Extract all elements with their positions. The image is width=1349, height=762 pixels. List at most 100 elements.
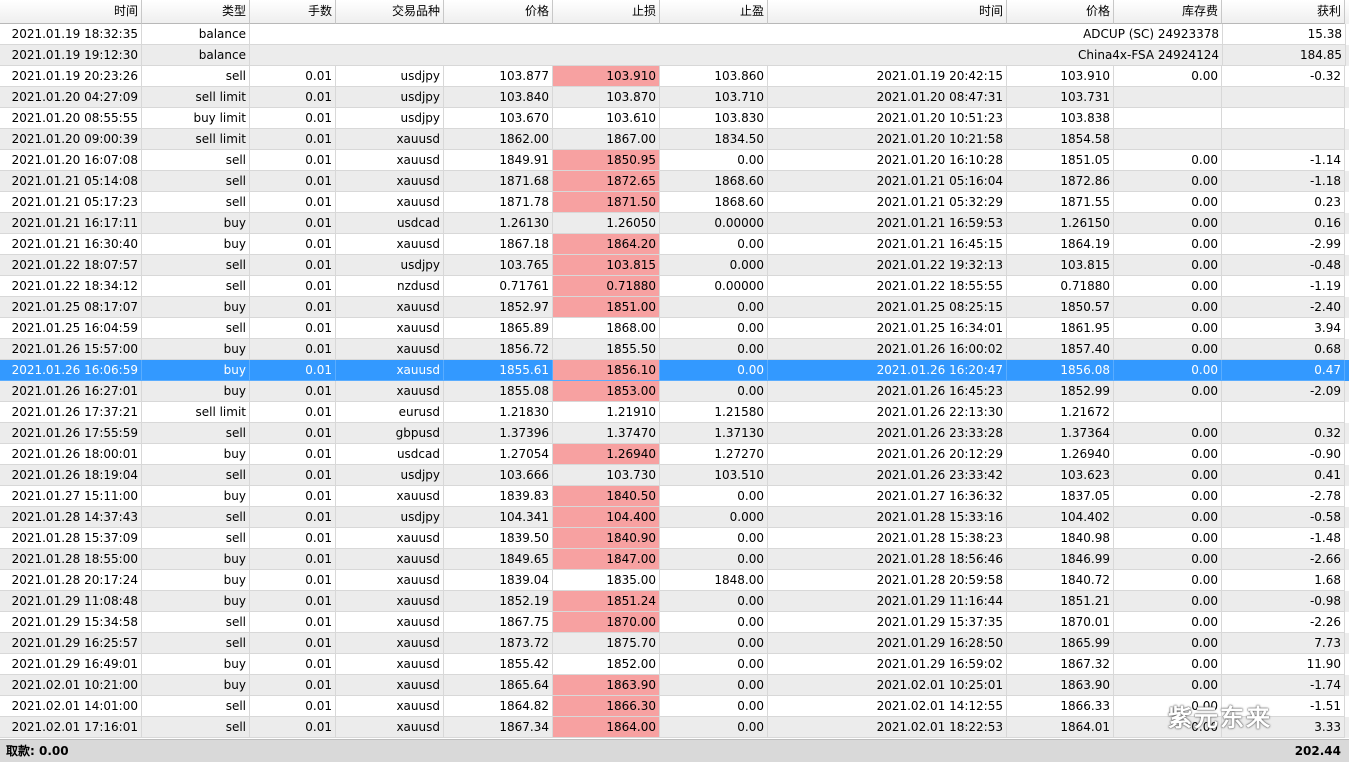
table-row[interactable]: 2021.01.21 16:17:11 buy 0.01 usdcad 1.26130 1… — [0, 213, 1349, 234]
table-row[interactable]: 2021.01.28 15:37:09 sell 0.01 xauusd 1839.50… — [0, 528, 1349, 549]
trade-type: buy — [142, 381, 250, 402]
table-row[interactable]: 2021.01.22 18:07:57 sell 0.01 usdjpy 103.765… — [0, 255, 1349, 276]
table-row[interactable]: 2021.01.22 18:34:12 sell 0.01 nzdusd 0.71761… — [0, 276, 1349, 297]
trade-close-time: 2021.02.01 18:22:53 — [768, 717, 1007, 738]
col-header-stop-loss[interactable]: 止损 — [553, 0, 660, 24]
trade-take-profit: 0.00 — [660, 591, 768, 612]
trade-symbol: eurusd — [336, 402, 444, 423]
trade-symbol: xauusd — [336, 129, 444, 150]
trade-lots: 0.01 — [250, 612, 336, 633]
table-row[interactable]: 2021.01.29 15:34:58 sell 0.01 xauusd 1867.75… — [0, 612, 1349, 633]
trade-profit — [1222, 129, 1345, 150]
trade-open-time: 2021.01.21 05:14:08 — [0, 171, 142, 192]
trade-close-time: 2021.01.27 16:36:32 — [768, 486, 1007, 507]
trade-open-time: 2021.01.20 16:07:08 — [0, 150, 142, 171]
table-row[interactable]: 2021.01.26 17:37:21 sell limit 0.01 eurusd 1… — [0, 402, 1349, 423]
trade-close-price: 1867.32 — [1007, 654, 1114, 675]
trade-close-price: 1852.99 — [1007, 381, 1114, 402]
balance-row[interactable]: 2021.01.19 18:32:35 balance ADCUP (SC) 2… — [0, 24, 1349, 45]
col-header-close-price[interactable]: 价格 — [1007, 0, 1114, 24]
table-row[interactable]: 2021.01.20 08:55:55 buy limit 0.01 usdjpy 10… — [0, 108, 1349, 129]
table-row[interactable]: 2021.01.28 18:55:00 buy 0.01 xauusd 1849.65 1… — [0, 549, 1349, 570]
trade-take-profit: 1.21580 — [660, 402, 768, 423]
table-row[interactable]: 2021.01.19 20:23:26 sell 0.01 usdjpy 103.877… — [0, 66, 1349, 87]
trade-profit: 3.94 — [1222, 318, 1345, 339]
trade-close-price: 1866.33 — [1007, 696, 1114, 717]
trade-type: sell — [142, 318, 250, 339]
trade-symbol: xauusd — [336, 150, 444, 171]
col-header-type[interactable]: 类型 — [142, 0, 250, 24]
table-row-selected[interactable]: 2021.01.26 16:06:59 buy 0.01 xauusd 1855.61 1… — [0, 360, 1349, 381]
trade-close-time: 2021.01.29 15:37:35 — [768, 612, 1007, 633]
trade-symbol: xauusd — [336, 171, 444, 192]
trade-open-price: 1865.64 — [444, 675, 553, 696]
table-row[interactable]: 2021.01.26 18:00:01 buy 0.01 usdcad 1.27054 1… — [0, 444, 1349, 465]
trade-lots: 0.01 — [250, 696, 336, 717]
trade-profit: -1.74 — [1222, 675, 1345, 696]
trade-swap: 0.00 — [1114, 591, 1222, 612]
table-row[interactable]: 2021.01.29 16:49:01 buy 0.01 xauusd 1855.42 1… — [0, 654, 1349, 675]
trade-swap: 0.00 — [1114, 507, 1222, 528]
trade-open-price: 1855.08 — [444, 381, 553, 402]
table-row[interactable]: 2021.01.21 05:14:08 sell 0.01 xauusd 1871.68… — [0, 171, 1349, 192]
table-row[interactable]: 2021.01.28 14:37:43 sell 0.01 usdjpy 104.341… — [0, 507, 1349, 528]
trade-symbol: usdjpy — [336, 108, 444, 129]
col-header-close-time[interactable]: 时间 — [768, 0, 1007, 24]
trade-open-price: 1.37396 — [444, 423, 553, 444]
table-row[interactable]: 2021.01.29 16:25:57 sell 0.01 xauusd 1873.72… — [0, 633, 1349, 654]
trade-close-time: 2021.01.28 20:59:58 — [768, 570, 1007, 591]
trade-swap: 0.00 — [1114, 633, 1222, 654]
col-header-symbol[interactable]: 交易品种 — [336, 0, 444, 24]
trade-profit — [1222, 87, 1345, 108]
table-row[interactable]: 2021.02.01 17:16:01 sell 0.01 xauusd 1867.34… — [0, 717, 1349, 738]
trade-take-profit: 103.710 — [660, 87, 768, 108]
table-row[interactable]: 2021.01.21 16:30:40 buy 0.01 xauusd 1867.18 1… — [0, 234, 1349, 255]
trade-stop-loss: 1870.00 — [553, 612, 660, 633]
trade-take-profit: 1.37130 — [660, 423, 768, 444]
col-header-open-time[interactable]: 时间 / — [0, 0, 142, 24]
table-row[interactable]: 2021.01.26 16:27:01 buy 0.01 xauusd 1855.08 1… — [0, 381, 1349, 402]
trade-close-time: 2021.01.26 22:13:30 — [768, 402, 1007, 423]
col-header-swap[interactable]: 库存费 — [1114, 0, 1222, 24]
col-header-profit[interactable]: 获利 — [1222, 0, 1345, 24]
trade-close-price: 1864.19 — [1007, 234, 1114, 255]
trade-lots: 0.01 — [250, 276, 336, 297]
trade-open-time: 2021.02.01 14:01:00 — [0, 696, 142, 717]
trade-close-time: 2021.01.22 18:55:55 — [768, 276, 1007, 297]
trade-close-price: 103.838 — [1007, 108, 1114, 129]
trade-profit: 0.16 — [1222, 213, 1345, 234]
table-row[interactable]: 2021.02.01 10:21:00 buy 0.01 xauusd 1865.64 1… — [0, 675, 1349, 696]
balance-row[interactable]: 2021.01.19 19:12:30 balance China4x-FSA … — [0, 45, 1349, 66]
table-row[interactable]: 2021.01.21 05:17:23 sell 0.01 xauusd 1871.78… — [0, 192, 1349, 213]
table-row[interactable]: 2021.02.01 14:01:00 sell 0.01 xauusd 1864.82… — [0, 696, 1349, 717]
col-header-lots[interactable]: 手数 — [250, 0, 336, 24]
balance-time: 2021.01.19 19:12:30 — [0, 45, 142, 66]
trade-lots: 0.01 — [250, 402, 336, 423]
trade-symbol: xauusd — [336, 675, 444, 696]
trade-take-profit: 0.00 — [660, 528, 768, 549]
trade-symbol: xauusd — [336, 318, 444, 339]
table-row[interactable]: 2021.01.25 08:17:07 buy 0.01 xauusd 1852.97 1… — [0, 297, 1349, 318]
trade-type: sell — [142, 66, 250, 87]
trade-close-price: 104.402 — [1007, 507, 1114, 528]
table-row[interactable]: 2021.01.27 15:11:00 buy 0.01 xauusd 1839.83 1… — [0, 486, 1349, 507]
table-row[interactable]: 2021.01.20 04:27:09 sell limit 0.01 usdjpy 1… — [0, 87, 1349, 108]
table-row[interactable]: 2021.01.26 15:57:00 buy 0.01 xauusd 1856.72 1… — [0, 339, 1349, 360]
trade-take-profit: 0.00 — [660, 318, 768, 339]
table-row[interactable]: 2021.01.26 18:19:04 sell 0.01 usdjpy 103.666… — [0, 465, 1349, 486]
trade-lots: 0.01 — [250, 633, 336, 654]
trade-close-time: 2021.01.26 16:20:47 — [768, 360, 1007, 381]
table-row[interactable]: 2021.01.26 17:55:59 sell 0.01 gbpusd 1.37396… — [0, 423, 1349, 444]
table-row[interactable]: 2021.01.20 16:07:08 sell 0.01 xauusd 1849.91… — [0, 150, 1349, 171]
table-row[interactable]: 2021.01.25 16:04:59 sell 0.01 xauusd 1865.89… — [0, 318, 1349, 339]
table-row[interactable]: 2021.01.28 20:17:24 buy 0.01 xauusd 1839.04 1… — [0, 570, 1349, 591]
table-row[interactable]: 2021.01.29 11:08:48 buy 0.01 xauusd 1852.19 1… — [0, 591, 1349, 612]
col-header-take-profit[interactable]: 止盈 — [660, 0, 768, 24]
table-row[interactable]: 2021.01.20 09:00:39 sell limit 0.01 xauusd 1… — [0, 129, 1349, 150]
trade-open-time: 2021.01.28 14:37:43 — [0, 507, 142, 528]
trade-open-price: 103.670 — [444, 108, 553, 129]
col-header-open-price[interactable]: 价格 — [444, 0, 553, 24]
trade-lots: 0.01 — [250, 528, 336, 549]
trade-take-profit: 103.510 — [660, 465, 768, 486]
trade-close-time: 2021.01.28 15:38:23 — [768, 528, 1007, 549]
